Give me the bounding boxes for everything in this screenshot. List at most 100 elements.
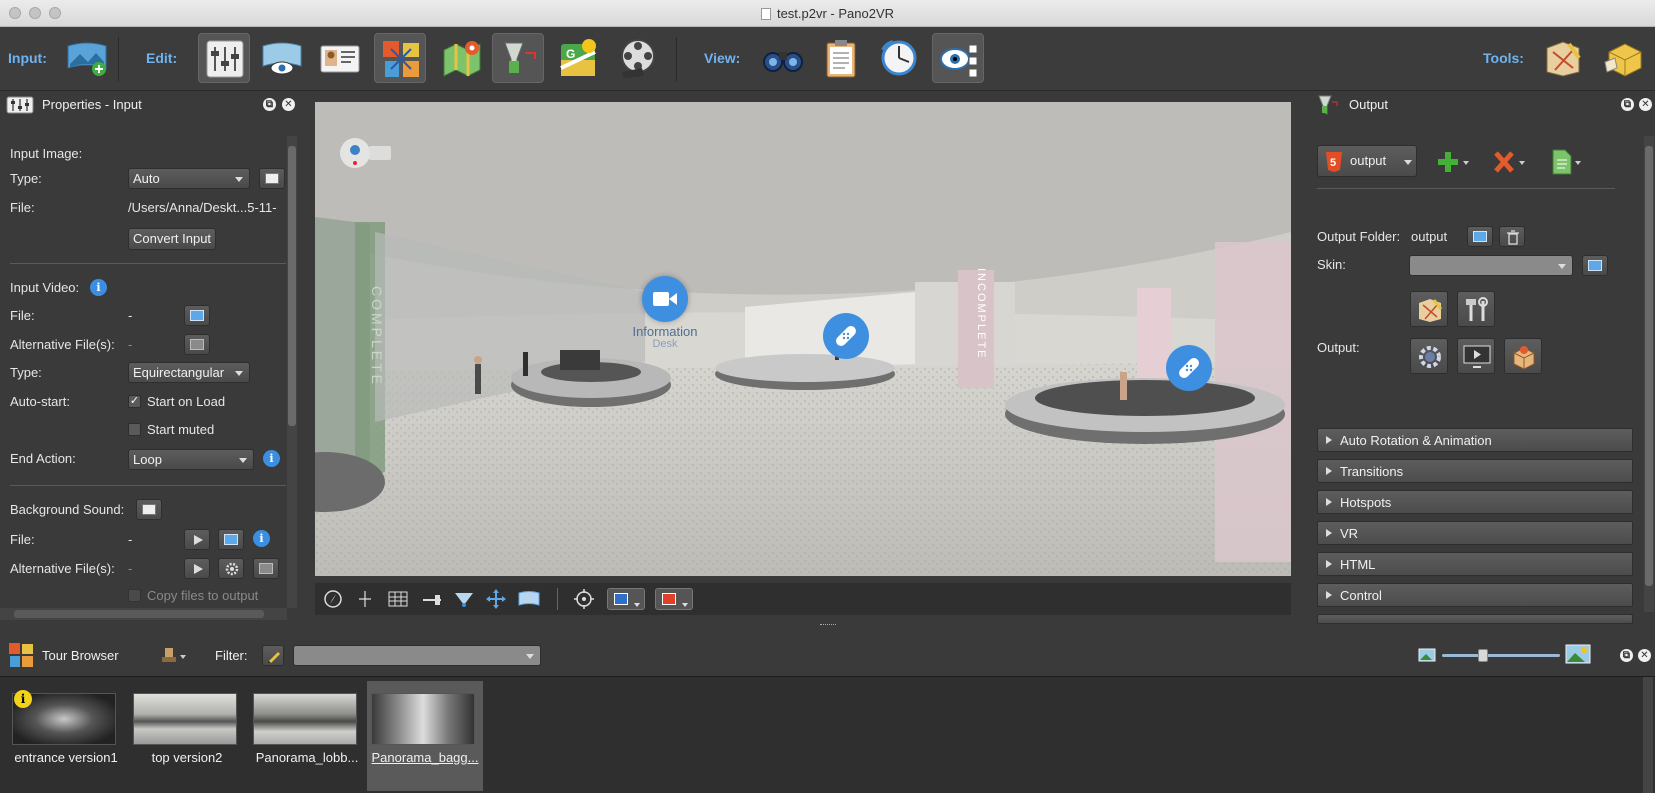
panorama-thumbnail [253,693,357,745]
edit-properties-button[interactable] [198,33,250,83]
hotspot-color-blue-button[interactable] [607,588,645,610]
hotspot-color-red-button[interactable] [655,588,693,610]
section-more[interactable] [1317,614,1633,624]
float-panel-icon[interactable]: ⧉ [1621,98,1634,111]
close-panel-icon[interactable]: ✕ [1639,98,1652,111]
info-hotspot[interactable] [823,313,869,359]
grid-icon[interactable] [387,589,409,609]
info-icon[interactable]: i [253,530,270,547]
output-scrollbar[interactable] [1644,136,1654,612]
float-panel-icon[interactable]: ⧉ [263,98,276,111]
video-file-browse-button[interactable] [184,305,210,326]
crosshair-icon[interactable] [355,589,375,609]
skin-browse-button[interactable] [1582,255,1608,276]
tool-package-button[interactable] [1597,33,1649,83]
info-hotspot[interactable] [1166,345,1212,391]
output-folder-browse-button[interactable] [1467,226,1493,247]
section-transitions[interactable]: Transitions [1317,459,1633,483]
thumbnail-size-slider-handle[interactable] [1478,649,1488,662]
video-type-select[interactable]: Equirectangular [128,362,250,383]
properties-panel-title: Properties - Input [42,97,142,112]
panorama-viewport[interactable]: Information Desk COMPLETE INCOMPLETE [315,102,1291,576]
tour-node-thumb-selected[interactable]: Panorama_bagg... [367,681,483,791]
edit-maps-button[interactable] [436,33,488,83]
tour-browser-scrollbar[interactable] [1643,677,1653,793]
start-on-load-checkbox[interactable]: ✓ [128,395,141,408]
move-icon[interactable] [485,588,507,610]
thumbnail-size-slider[interactable] [1442,649,1560,662]
monitor-play-icon [1463,345,1491,368]
panorama-view-icon[interactable] [517,589,541,609]
bandage-icon [1179,358,1199,378]
section-auto-rotation[interactable]: Auto Rotation & Animation [1317,428,1633,452]
properties-hscrollbar[interactable] [0,608,287,620]
edit-video-button[interactable] [612,33,664,83]
sound-alt-browse-button[interactable] [253,558,279,579]
tour-node-thumb[interactable]: i entrance version1 [8,690,124,779]
output-settings-button[interactable] [1410,338,1448,374]
sound-file-browse-button[interactable] [218,529,244,550]
tour-node-thumb[interactable]: Panorama_lobb... [249,693,365,779]
sound-play-button[interactable] [184,529,210,550]
sound-alt-settings-button[interactable] [218,558,244,579]
stamp-dropdown-icon[interactable] [160,645,188,667]
info-icon[interactable]: i [263,450,280,467]
section-control[interactable]: Control [1317,583,1633,607]
sound-alt-play-button[interactable] [184,558,210,579]
tour-map-icon [9,643,33,667]
edit-street-view-button[interactable]: G [553,33,605,83]
info-icon[interactable]: i [90,279,107,296]
tool-bulk-button[interactable] [1537,33,1589,83]
tour-node-thumb[interactable]: top version2 [129,693,245,779]
start-muted-checkbox[interactable] [128,423,141,436]
skin-tools-button[interactable] [1457,291,1495,327]
section-vr[interactable]: VR [1317,521,1633,545]
background-sound-button[interactable] [136,499,162,520]
float-panel-icon[interactable]: ⧉ [1620,649,1633,662]
view-history-button[interactable] [873,33,925,83]
viewing-cone-icon[interactable] [453,589,475,609]
output-package-button[interactable] [1504,338,1542,374]
close-panel-icon[interactable]: ✕ [1638,649,1651,662]
window-zoom-button[interactable] [49,7,61,19]
window-close-button[interactable] [9,7,21,19]
start-on-load-label: Start on Load [147,394,226,409]
compass-icon[interactable] [323,589,343,609]
add-output-icon[interactable] [1437,149,1471,175]
skin-select[interactable] [1409,255,1573,276]
filter-input[interactable] [293,645,541,666]
delete-output-icon[interactable] [1493,149,1527,175]
view-viewer-button[interactable] [932,33,984,83]
convert-input-button[interactable]: Convert Input [128,228,217,250]
panel-splitter-handle[interactable] [820,624,836,626]
properties-scrollbar[interactable] [287,136,297,608]
edit-output-button[interactable] [492,33,544,83]
output-funnel-icon [1318,95,1338,115]
input-button[interactable] [60,33,112,83]
edit-viewing-button[interactable] [255,33,307,83]
filter-edit-button[interactable] [262,645,284,666]
output-folder-clear-button[interactable] [1499,226,1525,247]
copy-files-checkbox[interactable] [128,589,141,602]
filter-label: Filter: [215,648,248,663]
section-hotspots[interactable]: Hotspots [1317,490,1633,514]
edit-tour-map-button[interactable] [374,33,426,83]
output-preview-button[interactable] [1457,338,1495,374]
output-format-select[interactable]: 5 output [1317,145,1417,177]
section-html[interactable]: HTML [1317,552,1633,576]
video-alt-browse-button[interactable] [184,334,210,355]
target-icon[interactable] [573,588,595,610]
type-options-button[interactable] [259,168,285,189]
edit-user-data-button[interactable] [313,33,365,83]
type-select[interactable]: Auto [128,168,250,189]
window-minimize-button[interactable] [29,7,41,19]
horizon-icon[interactable] [421,589,443,609]
skin-editor-button[interactable] [1410,291,1448,327]
document-output-icon[interactable] [1549,148,1583,176]
end-action-select[interactable]: Loop [128,449,254,470]
view-notes-button[interactable] [815,33,867,83]
svg-text:5: 5 [1330,157,1336,169]
video-hotspot[interactable] [642,276,688,322]
view-preview-button[interactable] [756,33,808,83]
close-panel-icon[interactable]: ✕ [282,98,295,111]
